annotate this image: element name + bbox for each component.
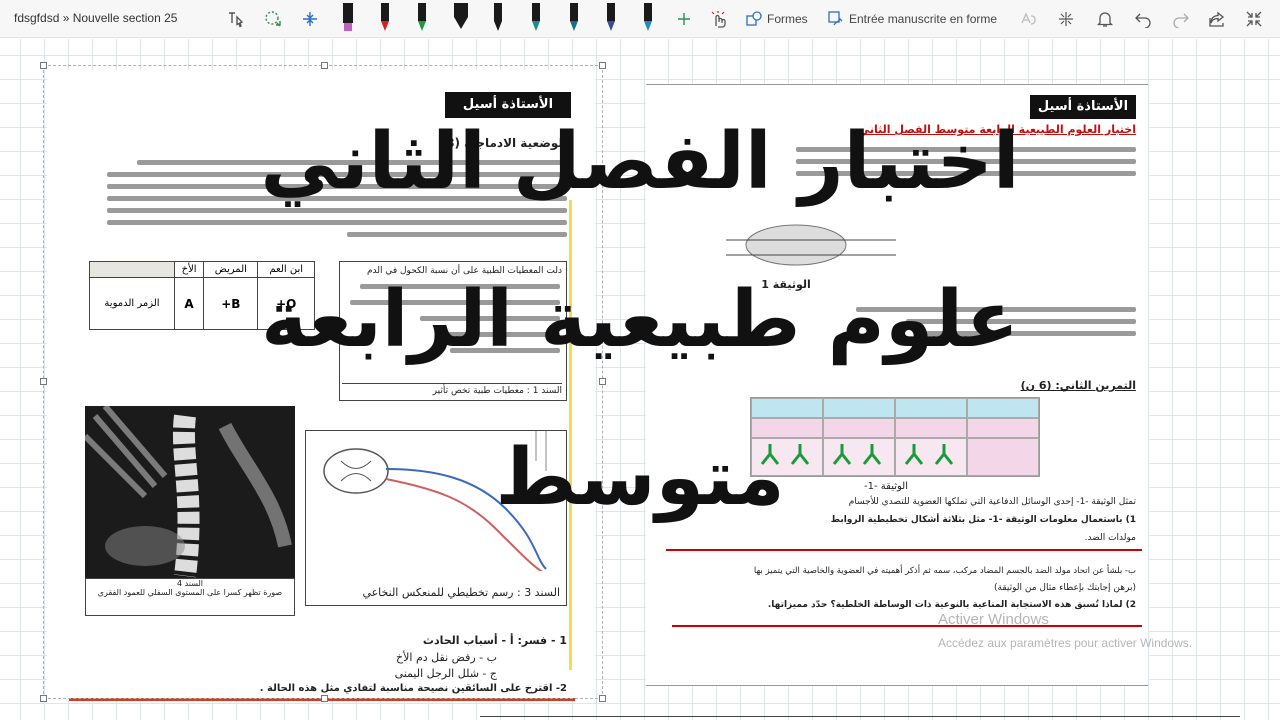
shapes-button[interactable]: Formes: [746, 6, 808, 32]
resize-handle[interactable]: [599, 695, 606, 702]
pen-indigo[interactable]: [603, 3, 619, 35]
ink-to-shape-icon: [828, 11, 843, 26]
collapse-icon: [1246, 11, 1262, 27]
pen-icon: [381, 3, 389, 31]
resize-handle[interactable]: [321, 62, 328, 69]
add-space-icon: [303, 12, 317, 26]
pen-red[interactable]: [377, 3, 393, 35]
ink-to-text-icon: [1021, 12, 1036, 25]
pen-icon: [532, 3, 540, 31]
pen-dark-teal[interactable]: [566, 3, 582, 35]
exercise-2-title: التمرين الثاني: (6 ن): [1020, 379, 1136, 392]
paragraph-5: (برهن إجابتك بإعطاء مثال من الوثيقة): [994, 583, 1136, 593]
undo-button[interactable]: [1132, 6, 1154, 32]
undo-icon: [1135, 13, 1151, 28]
pen-icon: [494, 3, 502, 31]
right-author-badge: الأستاذة أسيل: [1030, 95, 1136, 119]
pen-icon: [644, 3, 652, 31]
paragraph-6: 2) لماذا تُسبق هذه الاستجابة المناعية با…: [767, 600, 1136, 610]
fullscreen-button[interactable]: [1243, 6, 1265, 32]
document-1-figure: [716, 210, 916, 270]
table-cell: [823, 398, 895, 418]
bell-icon: [1096, 12, 1114, 27]
ink-to-text-button[interactable]: [1018, 6, 1040, 32]
lasso-button[interactable]: [262, 6, 284, 32]
table-cell: [823, 418, 895, 438]
highlighter-pen[interactable]: [340, 3, 356, 35]
plus-icon: [678, 13, 690, 25]
touch-icon: [711, 11, 726, 28]
lasso-icon: [265, 11, 281, 27]
table-cell: [895, 418, 967, 438]
add-space-button[interactable]: [299, 6, 321, 32]
redo-button[interactable]: [1170, 6, 1192, 32]
table-cell: [967, 398, 1039, 418]
ink-to-math-button[interactable]: [1055, 6, 1077, 32]
spinal-section-icon: [726, 224, 896, 266]
resize-handle[interactable]: [321, 695, 328, 702]
pen-green[interactable]: [414, 3, 430, 35]
table-cell: [895, 398, 967, 418]
note-canvas[interactable]: الأستاذة أسيل الوضعية الادماجية (8 ابن ا…: [0, 39, 1280, 720]
highlighter-icon: [343, 3, 353, 31]
resize-handle[interactable]: [40, 378, 47, 385]
ribbon-toolbar: fdsgfdsd » Nouvelle section 25 Formes En…: [0, 0, 1280, 38]
ink-line-2[interactable]: علوم طبيعية الرابعة: [160, 281, 1120, 359]
pen-icon: [607, 3, 615, 31]
text-select-icon: [229, 12, 244, 28]
red-rule: [666, 549, 1142, 551]
share-button[interactable]: [1206, 6, 1228, 32]
pen-icon: [418, 3, 426, 31]
resize-handle[interactable]: [599, 378, 606, 385]
shapes-icon: [746, 11, 762, 26]
pen-black[interactable]: [490, 3, 506, 35]
paragraph-3: مولدات الضد.: [1084, 533, 1136, 543]
watermark-subtitle: Accédez aux paramètres pour activer Wind…: [938, 636, 1193, 650]
touch-draw-button[interactable]: [708, 6, 730, 32]
add-pen-button[interactable]: [674, 6, 694, 32]
resize-handle[interactable]: [40, 62, 47, 69]
table-cell: [751, 398, 823, 418]
pen-icon: [570, 3, 578, 31]
redo-icon: [1173, 13, 1189, 28]
share-icon: [1209, 11, 1225, 27]
pen-black-thick[interactable]: [451, 3, 471, 35]
table-cell: [967, 418, 1039, 438]
watermark-title: Activer Windows: [938, 611, 1049, 628]
red-rule: [672, 625, 1142, 627]
divider-line: [480, 716, 1240, 717]
ink-to-shape-label: Entrée manuscrite en forme: [849, 12, 998, 26]
lasso-select-button[interactable]: [224, 6, 246, 32]
ink-to-shape-button[interactable]: Entrée manuscrite en forme: [828, 6, 997, 32]
notification-button[interactable]: [1094, 6, 1116, 32]
table-cell: [967, 438, 1039, 476]
pen-blue[interactable]: [640, 3, 656, 35]
resize-handle[interactable]: [40, 695, 47, 702]
pen-icon: [454, 3, 468, 29]
ink-line-3[interactable]: متوسط: [360, 439, 920, 517]
pen-teal[interactable]: [528, 3, 544, 35]
breadcrumb[interactable]: fdsgfdsd » Nouvelle section 25: [14, 11, 177, 25]
resize-handle[interactable]: [599, 62, 606, 69]
ink-to-math-icon: [1059, 12, 1073, 26]
ink-line-1[interactable]: اختبار الفصل الثاني: [160, 123, 1120, 201]
shapes-label: Formes: [767, 12, 808, 26]
paragraph-4: ب- بلشأ عن اتحاد مولد الضد بالجسم المضاد…: [753, 566, 1136, 576]
